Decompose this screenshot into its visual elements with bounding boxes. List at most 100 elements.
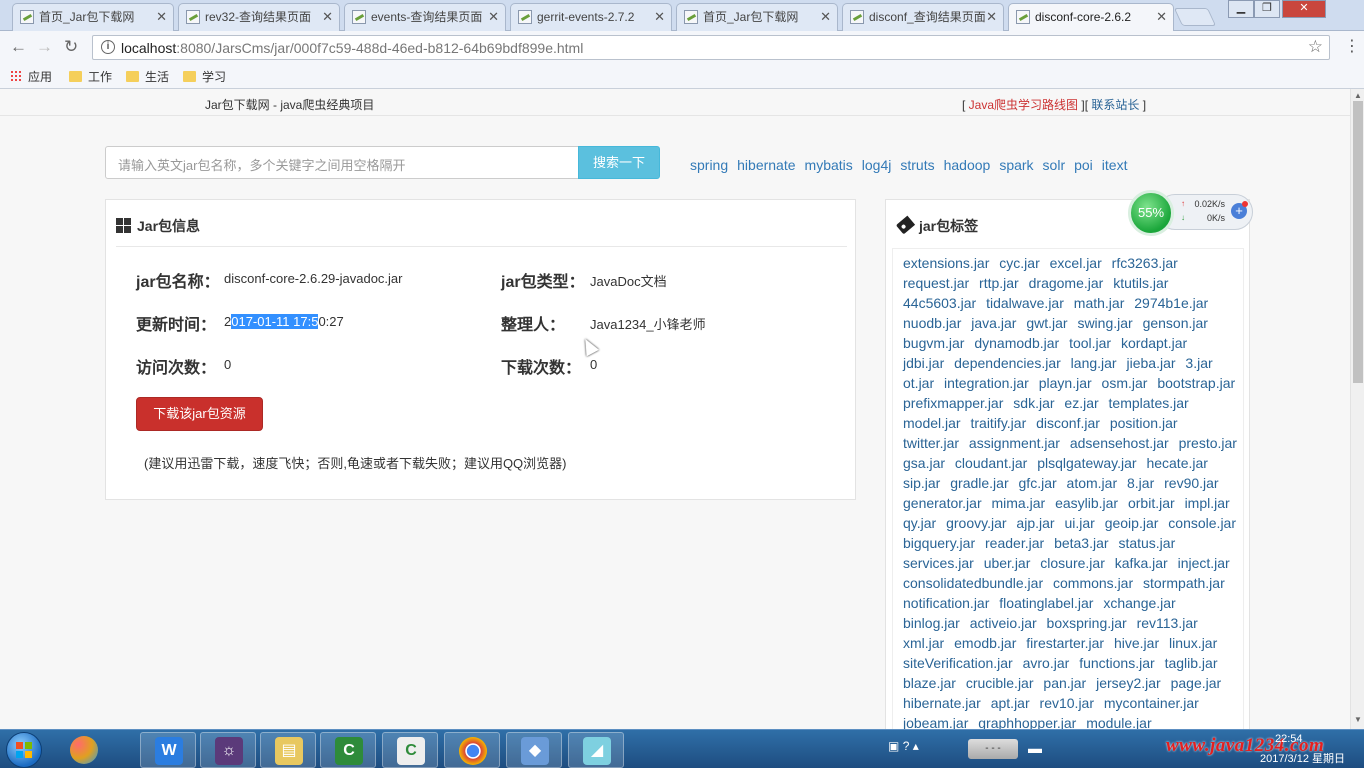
tag-link[interactable]: consolidatedbundle.jar <box>903 575 1043 591</box>
taskbar-app[interactable]: C <box>382 732 438 768</box>
tag-link[interactable]: ktutils.jar <box>1113 275 1168 291</box>
tag-link[interactable]: qy.jar <box>903 515 936 531</box>
quick-link[interactable]: hibernate <box>737 157 795 173</box>
network-speed-widget[interactable]: 55% ↑ ↓ 0.02K/s 0K/s + <box>1127 190 1253 236</box>
tag-link[interactable]: twitter.jar <box>903 435 959 451</box>
tag-link[interactable]: xchange.jar <box>1103 595 1175 611</box>
close-tab-icon[interactable]: ✕ <box>1156 4 1167 30</box>
tag-link[interactable]: cloudant.jar <box>955 455 1027 471</box>
tag-link[interactable]: atom.jar <box>1067 475 1118 491</box>
tray-indicator[interactable]: - - - <box>968 739 1018 759</box>
tag-link[interactable]: module.jar <box>1086 715 1151 729</box>
scrollbar-thumb[interactable] <box>1353 101 1363 383</box>
tag-link[interactable]: impl.jar <box>1185 495 1230 511</box>
close-tab-icon[interactable]: ✕ <box>488 4 499 30</box>
taskbar-app[interactable]: ◆ <box>506 732 562 768</box>
tag-link[interactable]: 8.jar <box>1127 475 1154 491</box>
tag-link[interactable]: firestarter.jar <box>1026 635 1104 651</box>
tag-link[interactable]: crucible.jar <box>966 675 1034 691</box>
tag-link[interactable]: siteVerification.jar <box>903 655 1013 671</box>
tag-link[interactable]: page.jar <box>1171 675 1222 691</box>
bookmark-folder-study[interactable]: 学习 <box>183 68 226 85</box>
tag-link[interactable]: rfc3263.jar <box>1112 255 1178 271</box>
quick-link[interactable]: poi <box>1074 157 1093 173</box>
close-tab-icon[interactable]: ✕ <box>820 4 831 30</box>
tag-link[interactable]: gfc.jar <box>1019 475 1057 491</box>
tag-link[interactable]: genson.jar <box>1143 315 1208 331</box>
quick-link[interactable]: mybatis <box>805 157 853 173</box>
start-button[interactable] <box>6 732 42 768</box>
reload-icon[interactable]: ↻ <box>64 37 78 57</box>
tag-link[interactable]: sip.jar <box>903 475 940 491</box>
close-tab-icon[interactable]: ✕ <box>654 4 665 30</box>
minimize-window-button[interactable]: ▁ <box>1228 0 1254 18</box>
tag-link[interactable]: dragome.jar <box>1029 275 1104 291</box>
tag-link[interactable]: ez.jar <box>1064 395 1098 411</box>
scroll-down-arrow-icon[interactable]: ▼ <box>1354 715 1362 724</box>
tag-link[interactable]: orbit.jar <box>1128 495 1175 511</box>
tag-link[interactable]: java.jar <box>971 315 1016 331</box>
tag-link[interactable]: xml.jar <box>903 635 944 651</box>
tag-link[interactable]: inject.jar <box>1178 555 1230 571</box>
tag-link[interactable]: dynamodb.jar <box>974 335 1059 351</box>
page-scrollbar[interactable]: ▲ ▼ <box>1350 89 1364 729</box>
tag-link[interactable]: mima.jar <box>992 495 1046 511</box>
tag-link[interactable]: linux.jar <box>1169 635 1217 651</box>
tag-link[interactable]: kafka.jar <box>1115 555 1168 571</box>
scroll-up-arrow-icon[interactable]: ▲ <box>1354 91 1362 100</box>
taskbar-app[interactable]: ◢ <box>568 732 624 768</box>
tag-link[interactable]: tool.jar <box>1069 335 1111 351</box>
tag-link[interactable]: bigquery.jar <box>903 535 975 551</box>
tag-link[interactable]: assignment.jar <box>969 435 1060 451</box>
restore-window-button[interactable]: ❐ <box>1254 0 1280 18</box>
tag-link[interactable]: boxspring.jar <box>1047 615 1127 631</box>
tag-link[interactable]: jdbi.jar <box>903 355 944 371</box>
tray-icon[interactable]: ▣ <box>888 739 899 753</box>
tag-link[interactable]: blaze.jar <box>903 675 956 691</box>
tag-link[interactable]: rttp.jar <box>979 275 1019 291</box>
tag-link[interactable]: tidalwave.jar <box>986 295 1064 311</box>
tab-active[interactable]: disconf-core-2.6.2 ✕ <box>1008 3 1174 31</box>
tag-link[interactable]: commons.jar <box>1053 575 1133 591</box>
quick-link[interactable]: spring <box>690 157 728 173</box>
tag-link[interactable]: 3.jar <box>1185 355 1212 371</box>
tag-link[interactable]: functions.jar <box>1079 655 1154 671</box>
tag-link[interactable]: hive.jar <box>1114 635 1159 651</box>
tag-link[interactable]: kordapt.jar <box>1121 335 1187 351</box>
close-tab-icon[interactable]: ✕ <box>156 4 167 30</box>
search-input[interactable]: 请输入英文jar包名称，多个关键字之间用空格隔开 <box>105 146 579 179</box>
close-window-button[interactable]: ✕ <box>1282 0 1326 18</box>
help-icon[interactable]: ? <box>903 739 910 753</box>
tag-link[interactable]: hecate.jar <box>1146 455 1207 471</box>
tag-link[interactable]: bootstrap.jar <box>1157 375 1235 391</box>
tag-link[interactable]: jobeam.jar <box>903 715 968 729</box>
tab[interactable]: rev32-查询结果页面 ✕ <box>178 3 340 31</box>
tag-link[interactable]: model.jar <box>903 415 961 431</box>
tag-link[interactable]: jersey2.jar <box>1096 675 1161 691</box>
tag-link[interactable]: prefixmapper.jar <box>903 395 1003 411</box>
tag-link[interactable]: easylib.jar <box>1055 495 1118 511</box>
taskbar-app[interactable] <box>444 732 500 768</box>
quick-link[interactable]: solr <box>1043 157 1066 173</box>
tag-link[interactable]: disconf.jar <box>1036 415 1100 431</box>
tag-link[interactable]: groovy.jar <box>946 515 1006 531</box>
tag-link[interactable]: gwt.jar <box>1026 315 1067 331</box>
taskbar-app[interactable] <box>56 732 112 768</box>
taskbar-app[interactable]: ▤ <box>260 732 316 768</box>
tag-link[interactable]: plsqlgateway.jar <box>1037 455 1136 471</box>
tag-link[interactable]: mycontainer.jar <box>1104 695 1199 711</box>
new-tab-button[interactable] <box>1173 8 1217 26</box>
tag-link[interactable]: playn.jar <box>1039 375 1092 391</box>
bookmark-folder-life[interactable]: 生活 <box>126 68 169 85</box>
tag-link[interactable]: rev10.jar <box>1040 695 1094 711</box>
tag-link[interactable]: extensions.jar <box>903 255 989 271</box>
site-info-icon[interactable]: i <box>101 40 115 54</box>
tag-link[interactable]: stormpath.jar <box>1143 575 1225 591</box>
tag-link[interactable]: integration.jar <box>944 375 1029 391</box>
tab[interactable]: 首页_Jar包下载网 ✕ <box>12 3 174 31</box>
tag-link[interactable]: generator.jar <box>903 495 982 511</box>
tag-link[interactable]: osm.jar <box>1102 375 1148 391</box>
tag-link[interactable]: console.jar <box>1168 515 1236 531</box>
tag-link[interactable]: ui.jar <box>1064 515 1094 531</box>
tag-link[interactable]: 2974b1e.jar <box>1134 295 1208 311</box>
